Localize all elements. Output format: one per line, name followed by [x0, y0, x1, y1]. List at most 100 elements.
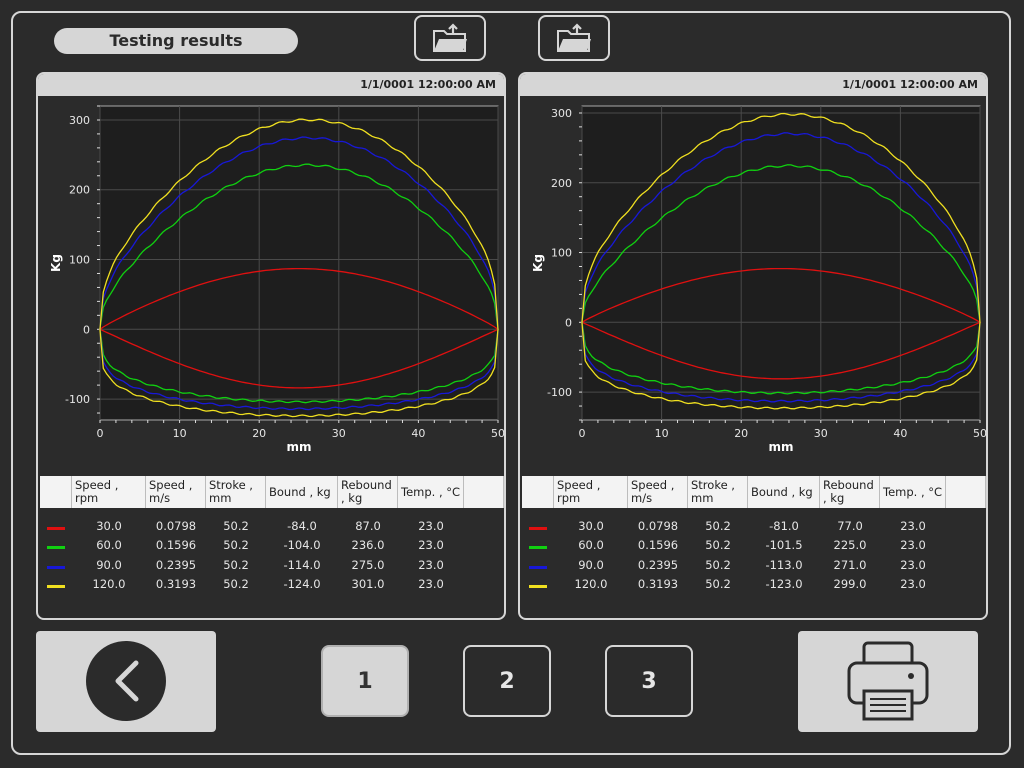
x-axis-label: mm: [768, 440, 793, 454]
results-table-left: Speed , rpm Speed , m/s Stroke , mm Bound ,…: [40, 476, 504, 594]
table-header-cell: Rebound , kg: [820, 476, 880, 508]
table-row: 120.0 0.3193 50.2 -124.0 301.0 23.0: [40, 575, 504, 595]
plot-area: [581, 105, 981, 421]
table-cell-bound: -123.0: [765, 577, 803, 592]
page-button-2[interactable]: 2: [463, 645, 551, 717]
table-header-cell: Speed , rpm: [554, 476, 628, 508]
table-header-empty-cell: [464, 476, 504, 508]
page-button-1[interactable]: 1: [321, 645, 409, 717]
table-row: 60.0 0.1596 50.2 -104.0 236.0 23.0: [40, 536, 504, 556]
table-cell-speed-rpm: 30.0: [96, 518, 122, 533]
table-cell-temp: 23.0: [900, 557, 926, 572]
results-table-right: Speed , rpm Speed , m/s Stroke , mm Bound ,…: [522, 476, 986, 594]
y-tick-label: -100: [547, 386, 572, 399]
table-header-cell: Temp. , °C: [398, 476, 464, 508]
table-cell-speed-ms: 0.2395: [637, 557, 679, 572]
y-tick-label: 200: [69, 184, 90, 197]
table-cell-rebound: 299.0: [833, 577, 867, 592]
table-cell-speed-rpm: 60.0: [578, 538, 604, 553]
table-cell-rebound: 236.0: [351, 538, 385, 553]
series-color-swatch: [40, 577, 72, 591]
y-tick-label: 300: [551, 107, 572, 120]
table-cell-bound: -104.0: [283, 538, 321, 553]
result-panel-right: 1/1/0001 12:00:00 AM 0 10 20 30 40 50 -100 0 100…: [518, 72, 988, 620]
table-cell-temp: 23.0: [418, 538, 444, 553]
table-cell-speed-ms: 0.0798: [155, 518, 197, 533]
table-cell-temp: 23.0: [418, 518, 444, 533]
table-cell-bound: -81.0: [769, 518, 799, 533]
plot-area: [99, 105, 499, 421]
table-cell-speed-rpm: 90.0: [96, 557, 122, 572]
x-tick-label: 30: [332, 427, 346, 440]
table-cell-speed-ms: 0.1596: [155, 538, 197, 553]
table-cell-rebound: 275.0: [351, 557, 385, 572]
table-cell-bound: -114.0: [283, 557, 321, 572]
table-cell-stroke: 50.2: [705, 577, 731, 592]
table-row: 90.0 0.2395 50.2 -114.0 275.0 23.0: [40, 555, 504, 575]
table-header-cell: Temp. , °C: [880, 476, 946, 508]
series-color-swatch: [522, 519, 554, 533]
table-cell-speed-ms: 0.0798: [637, 518, 679, 533]
table-cell-speed-rpm: 120.0: [92, 577, 126, 592]
table-cell-rebound: 77.0: [837, 518, 863, 533]
y-tick-label: 100: [551, 247, 572, 260]
table-cell-speed-rpm: 30.0: [578, 518, 604, 533]
x-tick-label: 30: [814, 427, 828, 440]
series-color-swatch: [40, 538, 72, 552]
y-tick-label: 0: [565, 316, 572, 329]
table-cell-temp: 23.0: [418, 557, 444, 572]
x-tick-label: 20: [734, 427, 748, 440]
table-cell-stroke: 50.2: [223, 518, 249, 533]
table-header-empty-cell: [946, 476, 986, 508]
x-tick-label: 10: [173, 427, 187, 440]
table-header-cell: Stroke , mm: [206, 476, 266, 508]
table-header-cell: Speed , rpm: [72, 476, 146, 508]
table-cell-rebound: 225.0: [833, 538, 867, 553]
table-row: 90.0 0.2395 50.2 -113.0 271.0 23.0: [522, 555, 986, 575]
force-displacement-chart-left: 0 10 20 30 40 50 -100 0 100 200 300 mm Kg: [49, 105, 505, 454]
table-cell-bound: -84.0: [287, 518, 317, 533]
table-cell-stroke: 50.2: [705, 557, 731, 572]
x-tick-label: 0: [579, 427, 586, 440]
back-button[interactable]: [36, 631, 216, 732]
table-row: 30.0 0.0798 50.2 -84.0 87.0 23.0: [40, 516, 504, 536]
table-cell-speed-ms: 0.3193: [155, 577, 197, 592]
y-tick-label: 200: [551, 177, 572, 190]
series-color-swatch: [40, 519, 72, 533]
y-tick-label: 100: [69, 254, 90, 267]
panel-timestamp: 1/1/0001 12:00:00 AM: [38, 74, 504, 96]
folder-upload-icon: [433, 23, 467, 52]
x-tick-label: 50: [973, 427, 987, 440]
table-cell-bound: -101.5: [765, 538, 803, 553]
x-tick-label: 50: [491, 427, 505, 440]
print-button[interactable]: [798, 631, 978, 732]
table-cell-temp: 23.0: [900, 518, 926, 533]
y-axis-label: Kg: [531, 254, 545, 272]
table-cell-speed-rpm: 90.0: [578, 557, 604, 572]
table-row: 120.0 0.3193 50.2 -123.0 299.0 23.0: [522, 575, 986, 595]
x-tick-label: 10: [655, 427, 669, 440]
table-cell-speed-rpm: 60.0: [96, 538, 122, 553]
table-row: 30.0 0.0798 50.2 -81.0 77.0 23.0: [522, 516, 986, 536]
x-tick-label: 20: [252, 427, 266, 440]
y-tick-label: 0: [83, 323, 90, 336]
table-cell-temp: 23.0: [900, 577, 926, 592]
table-cell-rebound: 301.0: [351, 577, 385, 592]
table-cell-stroke: 50.2: [705, 538, 731, 553]
open-file-right-button[interactable]: [538, 15, 610, 61]
page-button-3[interactable]: 3: [605, 645, 693, 717]
x-axis-label: mm: [286, 440, 311, 454]
table-header-cell: Rebound , kg: [338, 476, 398, 508]
table-cell-speed-rpm: 120.0: [574, 577, 608, 592]
table-cell-stroke: 50.2: [223, 538, 249, 553]
open-file-left-button[interactable]: [414, 15, 486, 61]
table-cell-stroke: 50.2: [705, 518, 731, 533]
table-cell-bound: -113.0: [765, 557, 803, 572]
table-cell-rebound: 87.0: [355, 518, 381, 533]
table-header-cell: Stroke , mm: [688, 476, 748, 508]
panel-timestamp: 1/1/0001 12:00:00 AM: [520, 74, 986, 96]
table-row: 60.0 0.1596 50.2 -101.5 225.0 23.0: [522, 536, 986, 556]
table-cell-stroke: 50.2: [223, 557, 249, 572]
series-color-swatch: [522, 558, 554, 572]
series-color-swatch: [522, 538, 554, 552]
